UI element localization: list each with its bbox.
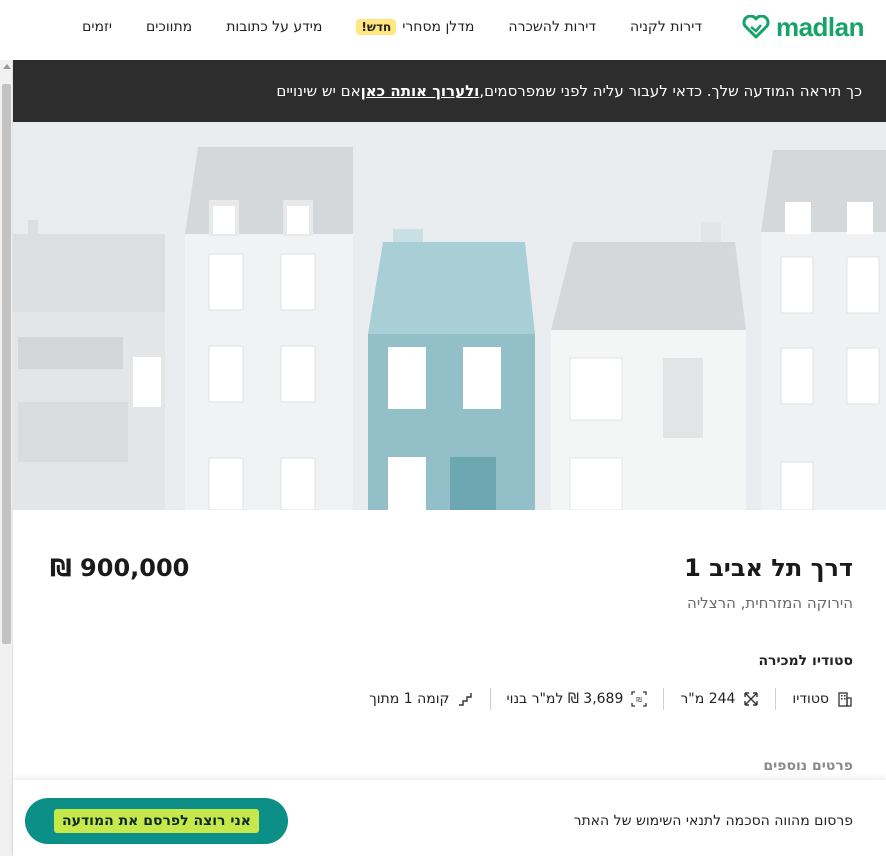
nav-menu: דירות לקניה דירות להשכרה מדלן מסחרי חדש! … [82, 19, 702, 35]
property-type: סטודיו למכירה [758, 653, 853, 669]
publish-bar: פרסום מהווה הסכמה לתנאי השימוש של האתר א… [13, 780, 886, 856]
page-scrollbar[interactable] [0, 60, 13, 856]
listing-hero-image [13, 122, 886, 510]
listing-title: דרך תל אביב 1 [684, 554, 853, 582]
svg-text:₪: ₪ [637, 696, 643, 704]
spec-area: 244 מ"ר [663, 688, 775, 710]
spec-label: 3,689 ₪ למ"ר בנוי [506, 691, 624, 707]
nav-label: דירות לקניה [630, 19, 702, 35]
expand-icon [744, 692, 759, 706]
terms-text: פרסום מהווה הסכמה לתנאי השימוש של האתר [573, 813, 853, 829]
publish-button[interactable]: אני רוצה לפרסם את המודעה [25, 798, 288, 844]
logo-text: madlan [775, 11, 865, 42]
nav-label: דירות להשכרה [508, 19, 597, 35]
nav-item-developers[interactable]: יזמים [82, 19, 112, 35]
listing-price: ₪ 900,000 [50, 554, 190, 582]
scroll-up-arrow-icon[interactable] [3, 64, 11, 69]
houses-illustration [13, 122, 886, 510]
edit-link[interactable]: ולערוך אותה כאן [361, 82, 480, 100]
preview-banner: כך תיראה המודעה שלך. כדאי לעבור עליה לפנ… [13, 60, 886, 122]
price-per-meter-icon: ₪ [631, 691, 648, 707]
nav-label: יזמים [82, 19, 113, 35]
heart-logo-icon [742, 15, 770, 39]
building-icon [838, 692, 852, 707]
nav-item-agents[interactable]: מתווכים [146, 19, 192, 35]
spec-label: 244 מ"ר [680, 691, 736, 707]
scroll-thumb[interactable] [2, 84, 11, 644]
banner-text-end: אם יש שינויים [276, 82, 361, 100]
listing-details: דרך תל אביב 1 ₪ 900,000 הירוקה המזרחית, … [13, 510, 886, 780]
banner-text: כך תיראה המודעה שלך. כדאי לעבור עליה לפנ… [479, 82, 862, 100]
nav-item-rent[interactable]: דירות להשכרה [508, 19, 596, 35]
nav-label: מדלן מסחרי [402, 19, 475, 35]
spec-type: סטודיו [775, 688, 853, 710]
more-details-heading: פרטים נוספים [763, 758, 853, 774]
listing-specs: סטודיו 244 מ"ר ₪ 3,689 ₪ למ"ר בנוי קומה … [353, 688, 853, 710]
new-badge: חדש! [356, 19, 397, 35]
spec-label: סטודיו [792, 691, 829, 707]
nav-item-commercial[interactable]: מדלן מסחרי חדש! [356, 19, 474, 35]
madlan-logo[interactable]: madlan [742, 11, 865, 43]
listing-location: הירוקה המזרחית, הרצליה [687, 594, 853, 612]
nav-item-address-info[interactable]: מידע על כתובות [226, 19, 322, 35]
nav-label: מתווכים [146, 19, 193, 35]
spec-label: קומה 1 מתוך [369, 691, 450, 707]
top-navigation: madlan דירות לקניה דירות להשכרה מדלן מסח… [0, 0, 886, 54]
spec-floor: קומה 1 מתוך [353, 688, 489, 710]
nav-item-buy[interactable]: דירות לקניה [630, 19, 702, 35]
stairs-icon [458, 693, 472, 706]
publish-button-label: אני רוצה לפרסם את המודעה [54, 809, 259, 833]
nav-label: מידע על כתובות [226, 19, 323, 35]
spec-price-per-meter: ₪ 3,689 ₪ למ"ר בנוי [489, 688, 664, 710]
